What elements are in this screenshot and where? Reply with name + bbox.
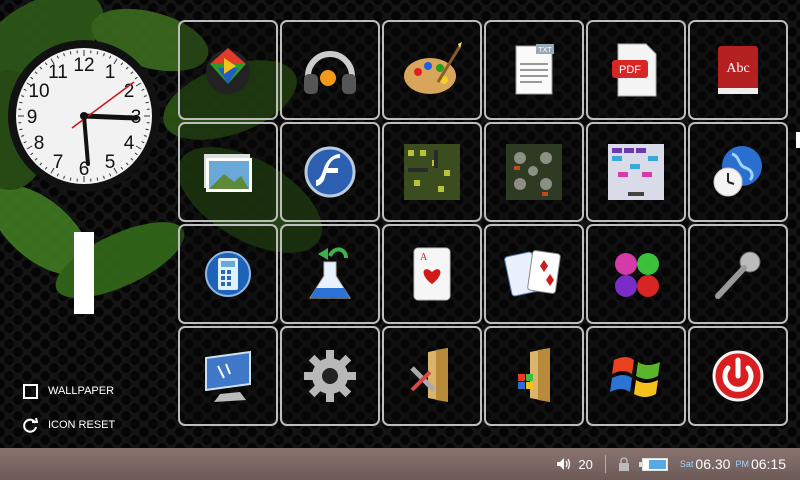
dictionary-icon: Abc	[718, 46, 758, 94]
app-tile-music[interactable]	[280, 20, 380, 120]
lock-button[interactable]	[618, 457, 630, 471]
checkbox-icon	[22, 383, 39, 400]
ninja-game-icon	[506, 144, 562, 200]
icon-reset-label: ICON RESET	[48, 419, 116, 431]
analog-clock-widget[interactable]: 121234567891011	[6, 38, 162, 194]
time-label: 06:15	[750, 456, 786, 472]
app-tile-settings[interactable]	[280, 326, 380, 426]
clock-number: 8	[34, 133, 45, 154]
media-player-icon	[206, 48, 250, 94]
text-document-icon: TXT	[515, 44, 554, 95]
app-tile-tools-folder[interactable]	[382, 326, 482, 426]
gear-icon	[304, 350, 356, 402]
volume-level: 20	[578, 456, 593, 472]
world-clock-icon	[713, 146, 762, 197]
clock-number: 11	[48, 62, 68, 83]
clock-number: 5	[105, 152, 116, 173]
lock-icon	[618, 457, 629, 471]
app-tile-pdf-viewer[interactable]: PDF	[586, 20, 686, 120]
pdf-badge: PDF	[619, 64, 641, 76]
headphones-icon	[304, 51, 356, 94]
power-icon	[712, 350, 764, 402]
wallpaper-button[interactable]: WALLPAPER	[22, 380, 115, 402]
app-tile-solitaire[interactable]: A	[382, 224, 482, 324]
windows-logo-icon	[610, 357, 660, 397]
app-tile-world-clock[interactable]	[688, 122, 788, 222]
photo-gallery-icon	[204, 154, 252, 192]
app-tile-photo-gallery[interactable]	[178, 122, 278, 222]
app-tile-ninja-game[interactable]	[484, 122, 584, 222]
flask-icon	[309, 247, 351, 299]
app-tile-text-viewer[interactable]: TXT	[484, 20, 584, 120]
card-game-icon	[504, 250, 561, 297]
app-tile-display-settings[interactable]	[178, 326, 278, 426]
icon-reset-button[interactable]: ICON RESET	[22, 414, 115, 436]
bubbles-game-icon	[615, 253, 659, 297]
volume-control[interactable]: 20	[556, 456, 593, 472]
clock-face-icon: 121234567891011	[8, 40, 160, 192]
txt-badge: TXT	[538, 47, 552, 54]
clock-number: 9	[27, 107, 38, 128]
brick-game-icon	[608, 144, 664, 200]
app-tile-flash-player[interactable]	[280, 122, 380, 222]
folder-apps-icon	[518, 348, 550, 402]
wallpaper-label: WALLPAPER	[48, 385, 115, 397]
date-label: 06.30	[695, 456, 731, 472]
app-tile-calculator[interactable]	[178, 224, 278, 324]
app-tile-card-game[interactable]	[484, 224, 584, 324]
calculator-icon	[205, 251, 251, 297]
taskbar: 20 Sat 06.30 PM 06:15	[0, 448, 800, 480]
scroll-edge-indicator	[796, 132, 800, 148]
app-tile-apps-folder[interactable]	[484, 326, 584, 426]
taskbar-divider	[604, 455, 606, 473]
clock-display[interactable]: Sat 06.30 PM 06:15	[680, 456, 786, 472]
app-tile-brick-game[interactable]	[586, 122, 686, 222]
battery-indicator	[638, 457, 668, 471]
pdf-document-icon: PDF	[612, 43, 657, 97]
maze-game-icon	[404, 144, 460, 200]
clock-number: 12	[73, 55, 94, 76]
ampm-label: PM	[735, 459, 749, 469]
flash-icon	[304, 146, 356, 198]
desktop-settings-icon	[205, 350, 251, 402]
app-tile-bubbles-game[interactable]	[586, 224, 686, 324]
microphone-icon	[715, 251, 761, 299]
paint-palette-icon	[404, 42, 462, 94]
app-icon-grid: TXT PDF Abc A	[178, 20, 788, 426]
app-tile-paint[interactable]	[382, 20, 482, 120]
app-tile-maze-game[interactable]	[382, 122, 482, 222]
app-tile-lab[interactable]	[280, 224, 380, 324]
app-tile-dictionary[interactable]: Abc	[688, 20, 788, 120]
app-tile-windows[interactable]	[586, 326, 686, 426]
folder-tools-icon	[410, 348, 448, 402]
refresh-icon	[22, 417, 39, 434]
day-label: Sat	[679, 459, 694, 469]
page-indicator-digit: 1	[74, 232, 94, 314]
ace-card-icon: A	[413, 247, 451, 301]
app-tile-voice-recorder[interactable]	[688, 224, 788, 324]
clock-number: 2	[124, 81, 135, 102]
app-tile-media-player[interactable]	[178, 20, 278, 120]
speaker-icon	[557, 458, 571, 470]
clock-number: 7	[53, 152, 64, 173]
abc-badge: Abc	[726, 61, 749, 76]
clock-number: 1	[105, 62, 116, 83]
clock-number: 10	[28, 81, 49, 102]
ace-badge: A	[420, 252, 428, 263]
app-tile-power[interactable]	[688, 326, 788, 426]
clock-number: 4	[124, 133, 135, 154]
